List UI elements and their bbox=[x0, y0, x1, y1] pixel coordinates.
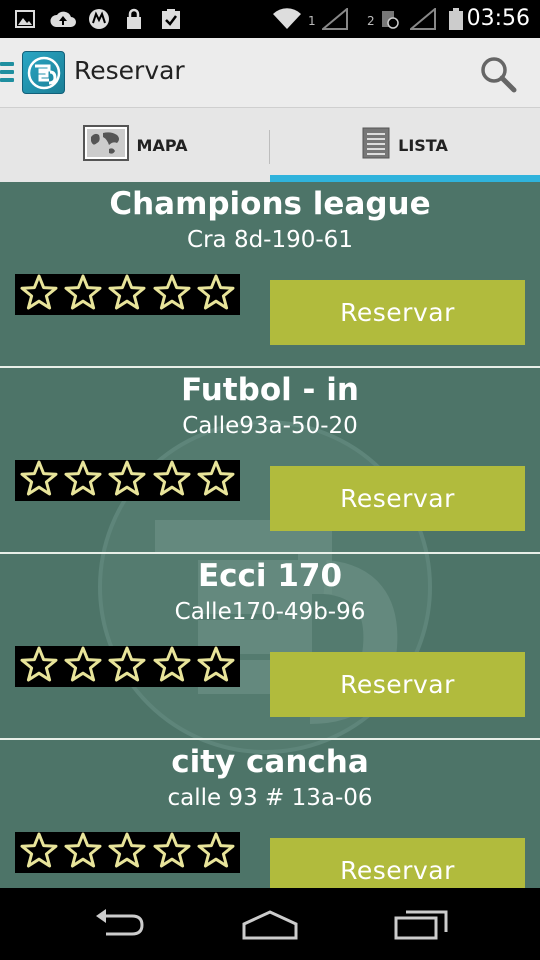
star-rating[interactable] bbox=[15, 460, 240, 501]
star-icon[interactable] bbox=[153, 274, 191, 316]
star-icon[interactable] bbox=[20, 274, 58, 316]
signal-icon bbox=[322, 8, 348, 30]
star-rating[interactable] bbox=[15, 646, 240, 687]
star-icon[interactable] bbox=[64, 832, 102, 874]
star-icon[interactable] bbox=[197, 274, 235, 316]
list-item[interactable]: Futbol - in Calle93a-50-20 Reservar bbox=[0, 368, 540, 554]
venue-address: Calle170-49b-96 bbox=[174, 599, 366, 625]
venue-name: Ecci 170 bbox=[197, 558, 343, 594]
star-icon[interactable] bbox=[64, 460, 102, 502]
star-icon[interactable] bbox=[64, 274, 102, 316]
page-title: Reservar bbox=[74, 56, 185, 85]
venue-address: Cra 8d-190-61 bbox=[187, 227, 353, 253]
star-icon[interactable] bbox=[108, 832, 146, 874]
reserve-button[interactable]: Reservar bbox=[270, 466, 525, 531]
star-icon[interactable] bbox=[197, 460, 235, 502]
lock-icon bbox=[124, 8, 144, 30]
list-item[interactable]: Ecci 170 Calle170-49b-96 Reservar bbox=[0, 554, 540, 740]
venue-name: Champions league bbox=[109, 186, 431, 222]
list-item[interactable]: Champions league Cra 8d-190-61 Reservar bbox=[0, 182, 540, 368]
home-icon[interactable] bbox=[240, 906, 300, 942]
signal-icon bbox=[410, 8, 436, 30]
star-icon[interactable] bbox=[64, 646, 102, 688]
reserve-button[interactable]: Reservar bbox=[270, 838, 525, 888]
star-rating[interactable] bbox=[15, 832, 240, 873]
action-bar: Reservar bbox=[0, 38, 540, 108]
star-icon[interactable] bbox=[197, 832, 235, 874]
tab-mapa[interactable]: MAPA bbox=[0, 108, 270, 182]
star-icon[interactable] bbox=[153, 832, 191, 874]
star-icon[interactable] bbox=[108, 646, 146, 688]
clock: 03:56 bbox=[466, 6, 530, 31]
sim1-label: 1 bbox=[308, 14, 316, 28]
tab-mapa-label: MAPA bbox=[136, 135, 188, 155]
recent-apps-icon[interactable] bbox=[392, 906, 452, 942]
image-icon bbox=[14, 8, 36, 30]
venue-name: city cancha bbox=[171, 744, 369, 780]
tab-bar: MAPA LISTA bbox=[0, 108, 540, 182]
tab-selected-indicator bbox=[270, 175, 540, 182]
app-logo-icon[interactable] bbox=[22, 51, 65, 94]
wifi-icon bbox=[272, 8, 302, 30]
star-icon[interactable] bbox=[20, 832, 58, 874]
venue-address: calle 93 # 13a-06 bbox=[167, 785, 373, 811]
venue-name: Futbol - in bbox=[181, 372, 359, 408]
battery-icon bbox=[448, 8, 464, 30]
venue-address: Calle93a-50-20 bbox=[182, 413, 358, 439]
navigation-bar bbox=[0, 888, 540, 960]
clipboard-check-icon bbox=[160, 8, 182, 30]
star-icon[interactable] bbox=[20, 460, 58, 502]
star-icon[interactable] bbox=[108, 460, 146, 502]
star-icon[interactable] bbox=[20, 646, 58, 688]
tab-lista[interactable]: LISTA bbox=[270, 108, 540, 182]
sim2-label: 2 bbox=[367, 14, 375, 28]
list-icon bbox=[362, 127, 390, 163]
list-item[interactable]: city cancha calle 93 # 13a-06 Reservar bbox=[0, 740, 540, 888]
drawer-icon[interactable] bbox=[0, 62, 14, 84]
tab-lista-label: LISTA bbox=[398, 135, 448, 155]
map-icon bbox=[82, 125, 129, 165]
star-icon[interactable] bbox=[197, 646, 235, 688]
star-icon[interactable] bbox=[153, 460, 191, 502]
upload-cloud-icon bbox=[48, 8, 78, 30]
status-bar: 1 2 03:56 bbox=[0, 0, 540, 38]
search-icon[interactable] bbox=[476, 52, 520, 96]
star-icon[interactable] bbox=[153, 646, 191, 688]
star-rating[interactable] bbox=[15, 274, 240, 315]
reserve-button[interactable]: Reservar bbox=[270, 280, 525, 345]
motorola-icon bbox=[88, 8, 110, 30]
venue-list[interactable]: Champions league Cra 8d-190-61 Reservar … bbox=[0, 182, 540, 888]
back-icon[interactable] bbox=[90, 906, 150, 942]
reserve-button[interactable]: Reservar bbox=[270, 652, 525, 717]
star-icon[interactable] bbox=[108, 274, 146, 316]
data-sync-icon bbox=[378, 8, 400, 30]
